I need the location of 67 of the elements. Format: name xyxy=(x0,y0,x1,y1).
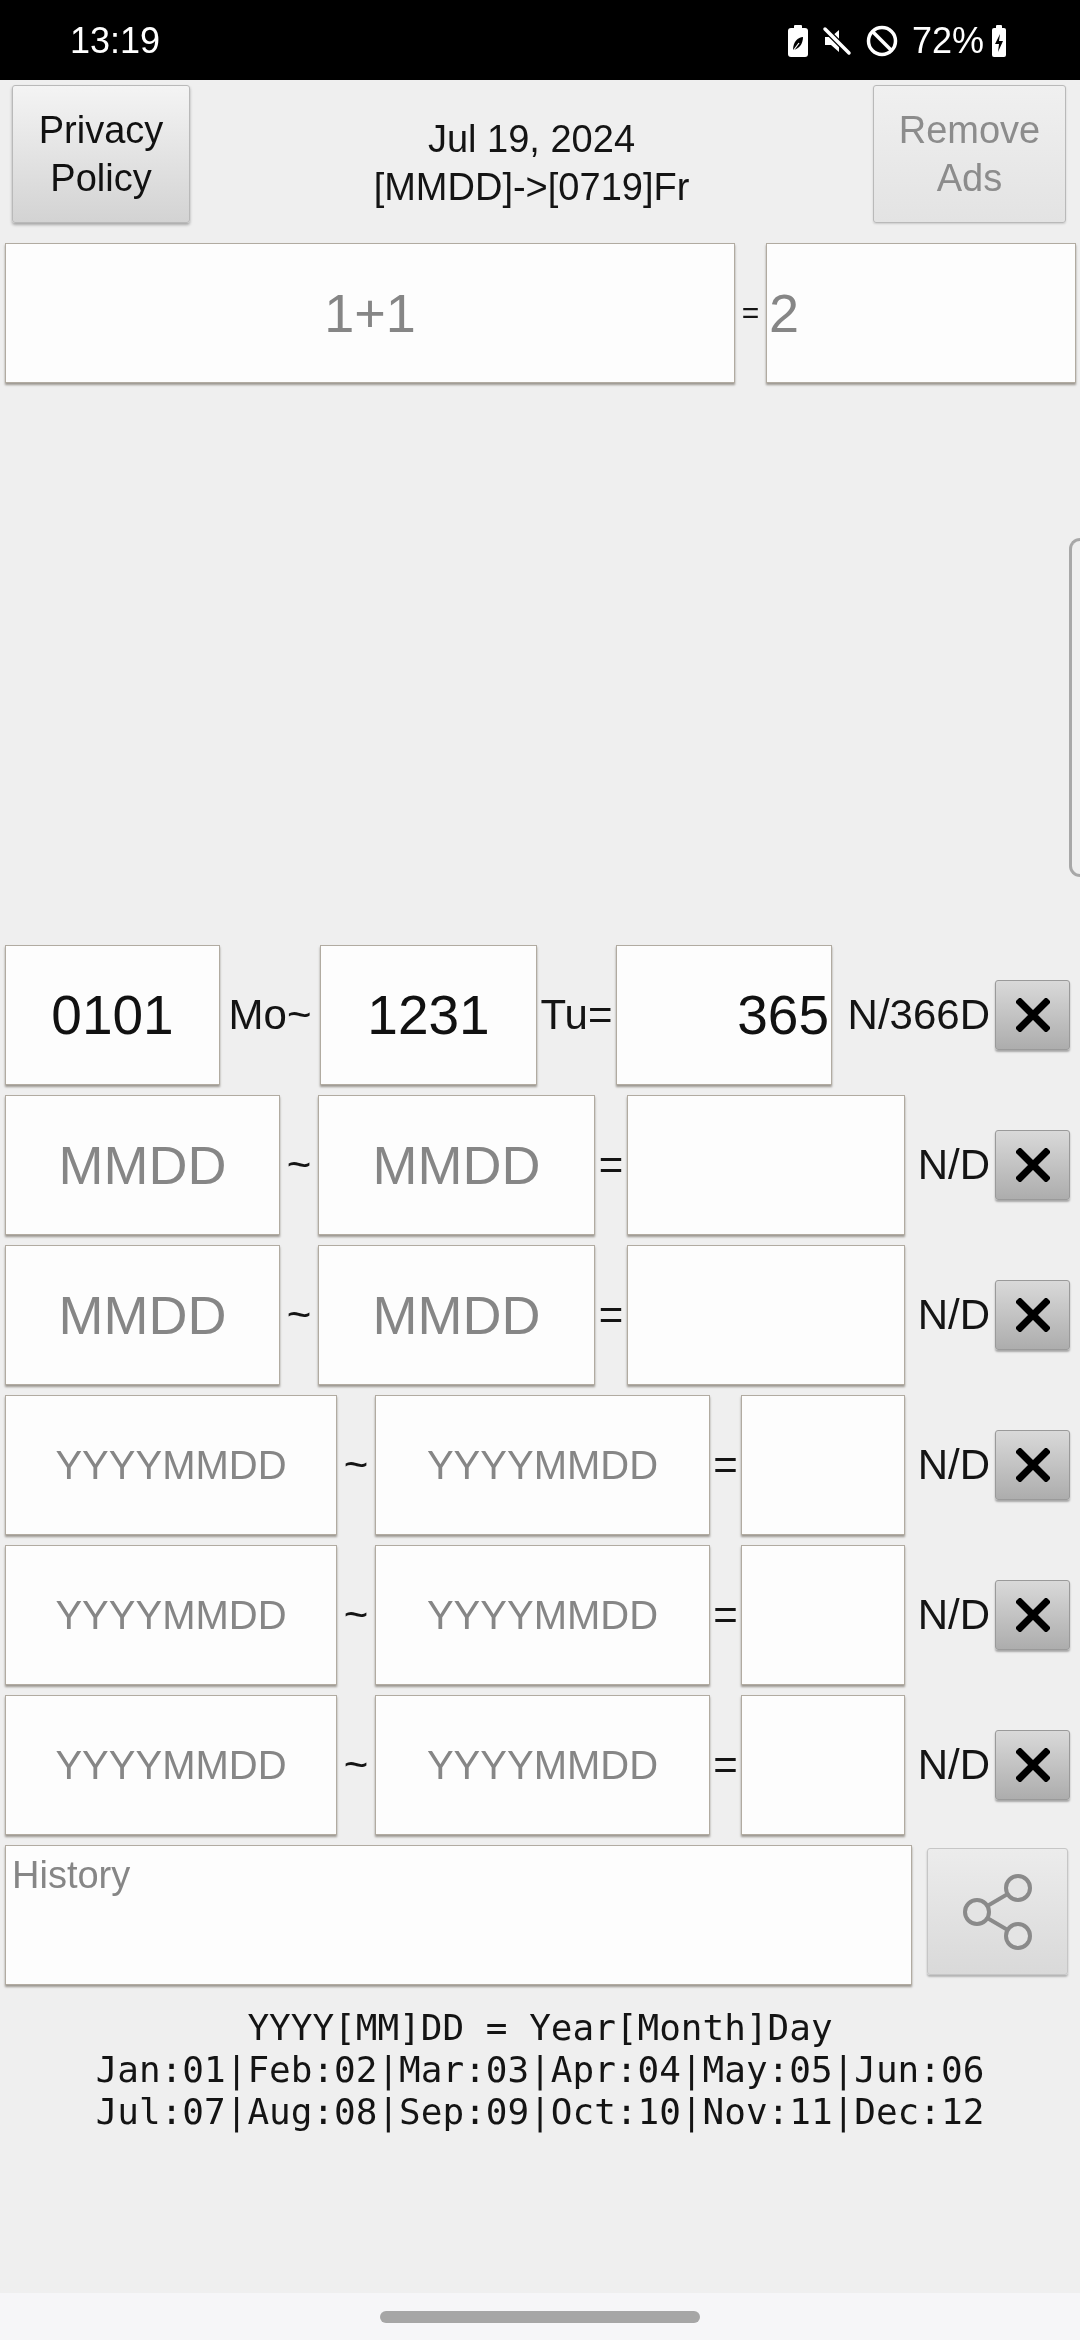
equals-label: = xyxy=(597,1290,625,1340)
close-icon xyxy=(1015,1448,1050,1482)
end-date-field[interactable]: YYYYMMDD xyxy=(375,1545,710,1685)
home-indicator[interactable] xyxy=(380,2310,700,2323)
clear-button[interactable] xyxy=(995,1280,1070,1350)
day-count-field[interactable] xyxy=(741,1395,905,1535)
unit-label: N/D xyxy=(916,1590,991,1640)
do-not-disturb-icon xyxy=(865,25,898,57)
day-count-field[interactable] xyxy=(627,1245,905,1385)
separator-label: ~ xyxy=(342,1740,370,1790)
unit-label: N/D xyxy=(916,1740,991,1790)
day-count-field[interactable]: 365 xyxy=(616,945,832,1085)
start-date-field[interactable]: YYYYMMDD xyxy=(5,1695,337,1835)
separator-label: ~ xyxy=(285,1290,313,1340)
battery-leaf-icon xyxy=(787,25,808,57)
end-date-field[interactable]: MMDD xyxy=(318,1095,595,1235)
close-icon xyxy=(1015,1598,1050,1632)
close-icon xyxy=(1015,998,1050,1032)
separator-label: Mo~ xyxy=(227,990,313,1040)
privacy-policy-button[interactable]: Privacy Policy xyxy=(12,85,190,223)
edge-panel-handle[interactable] xyxy=(1069,538,1080,877)
start-date-field[interactable]: MMDD xyxy=(5,1245,280,1385)
separator-label: ~ xyxy=(285,1140,313,1190)
clear-button[interactable] xyxy=(995,980,1070,1050)
end-date-field[interactable]: YYYYMMDD xyxy=(375,1395,710,1535)
end-date-field[interactable]: YYYYMMDD xyxy=(375,1695,710,1835)
close-icon xyxy=(1015,1748,1050,1782)
clear-button[interactable] xyxy=(995,1730,1070,1800)
day-count-field[interactable] xyxy=(741,1695,905,1835)
equals-label: = xyxy=(712,1440,739,1490)
legend-line: Jan:01|Feb:02|Mar:03|Apr:04|May:05|Jun:06 xyxy=(95,2049,985,2091)
current-date: Jul 19, 2024 xyxy=(427,117,636,162)
battery-charging-icon xyxy=(992,25,1006,57)
status-time: 13:19 xyxy=(70,20,161,62)
unit-label: N/366D xyxy=(846,990,991,1040)
equals-label: Tu= xyxy=(539,990,614,1040)
result-field[interactable]: 2 xyxy=(766,243,1076,383)
mute-icon xyxy=(821,26,852,56)
day-count-field[interactable] xyxy=(627,1095,905,1235)
share-button[interactable] xyxy=(927,1848,1068,1975)
close-icon xyxy=(1015,1298,1050,1332)
start-date-field[interactable]: YYYYMMDD xyxy=(5,1545,337,1685)
equals-label: = xyxy=(712,1740,739,1790)
equals-label: = xyxy=(597,1140,625,1190)
equals-label: = xyxy=(712,1590,739,1640)
legend-line: YYYY[MM]DD = Year[Month]Day xyxy=(247,2007,833,2049)
day-count-field[interactable] xyxy=(741,1545,905,1685)
start-date-field[interactable]: YYYYMMDD xyxy=(5,1395,337,1535)
start-date-field[interactable]: MMDD xyxy=(5,1095,280,1235)
close-icon xyxy=(1015,1148,1050,1182)
separator-label: ~ xyxy=(342,1440,370,1490)
battery-percentage: 72% xyxy=(911,20,984,62)
unit-label: N/D xyxy=(916,1290,991,1340)
clear-button[interactable] xyxy=(995,1580,1070,1650)
legend-line: Jul:07|Aug:08|Sep:09|Oct:10|Nov:11|Dec:12 xyxy=(95,2091,985,2133)
unit-label: N/D xyxy=(916,1440,991,1490)
date-code: [MMDD]->[0719]Fr xyxy=(373,165,690,210)
end-date-field[interactable]: MMDD xyxy=(318,1245,595,1385)
clear-button[interactable] xyxy=(995,1130,1070,1200)
end-date-field[interactable]: 1231 xyxy=(320,945,537,1085)
equals-sign: = xyxy=(740,295,761,331)
start-date-field[interactable]: 0101 xyxy=(5,945,220,1085)
unit-label: N/D xyxy=(916,1140,991,1190)
separator-label: ~ xyxy=(342,1590,370,1640)
clear-button[interactable] xyxy=(995,1430,1070,1500)
expression-field[interactable]: 1+1 xyxy=(5,243,735,383)
history-field[interactable]: History xyxy=(5,1845,912,1985)
